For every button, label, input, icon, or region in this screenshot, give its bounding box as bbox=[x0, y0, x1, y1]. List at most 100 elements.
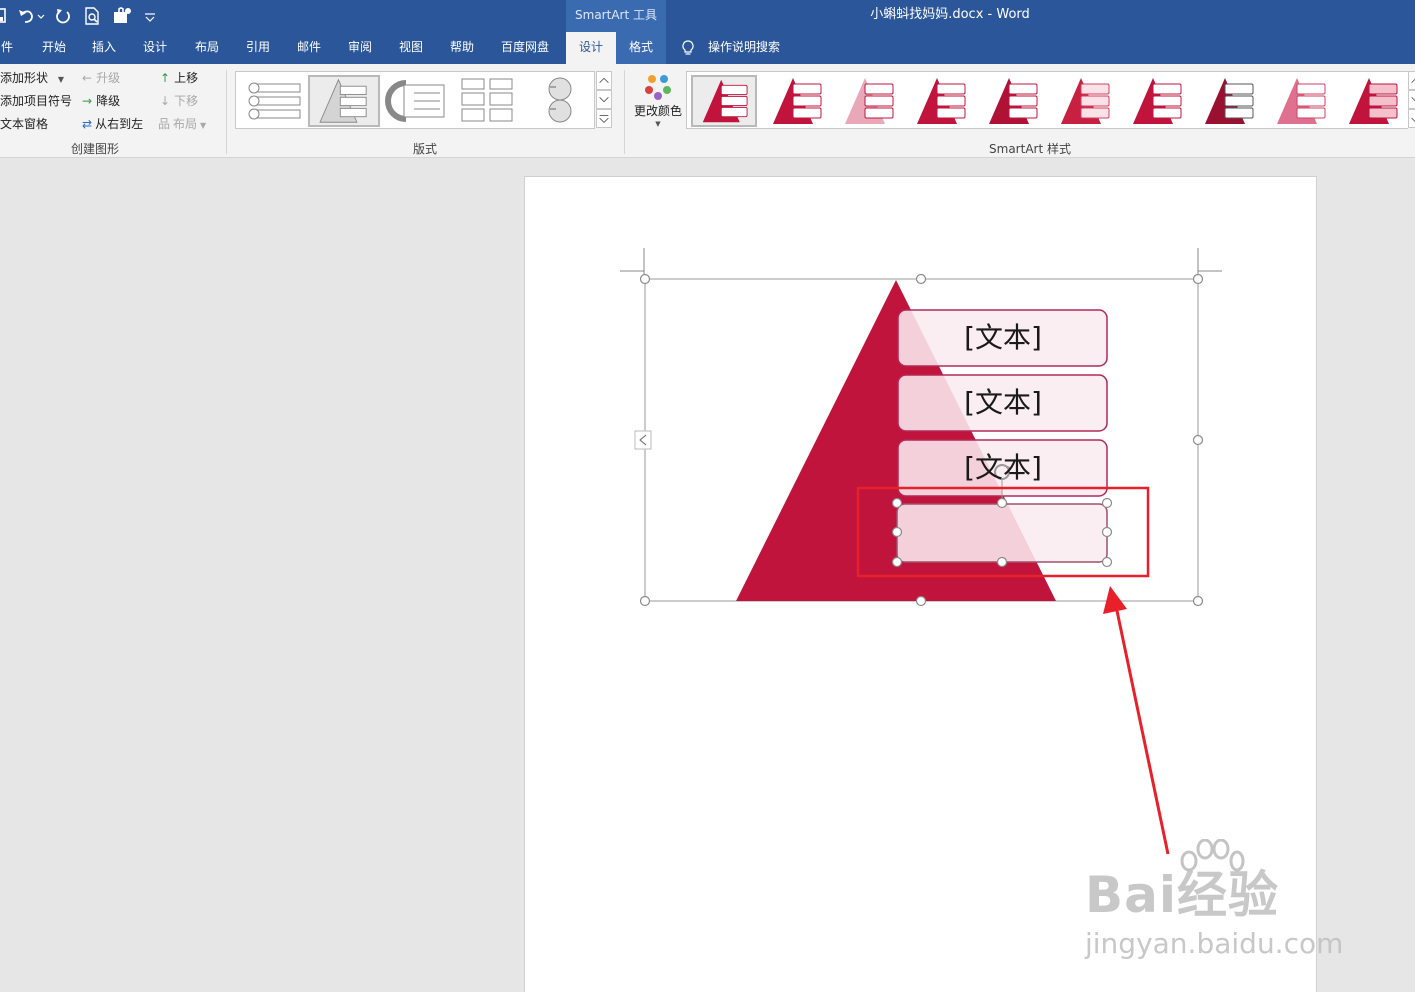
undo-icon[interactable] bbox=[16, 6, 46, 26]
shape-resize-handle[interactable] bbox=[891, 556, 903, 568]
change-colors-label: 更改颜色 bbox=[633, 104, 682, 118]
change-colors-button[interactable]: 更改颜色 ▼ bbox=[630, 70, 686, 136]
move-up-label: 上移 bbox=[174, 71, 199, 85]
list-item-text[interactable]: [文本] bbox=[898, 375, 1108, 431]
org-chart-icon: 品 bbox=[158, 117, 171, 131]
promote-button[interactable]: ← 升级 bbox=[82, 69, 120, 87]
move-up-button[interactable]: ↑ 上移 bbox=[160, 69, 198, 87]
text-pane-toggle[interactable] bbox=[634, 430, 652, 450]
tell-me-label: 操作说明搜索 bbox=[708, 40, 781, 54]
annotation-arrow-shaft bbox=[1114, 605, 1170, 855]
resize-handle[interactable] bbox=[1192, 273, 1204, 285]
resize-handle[interactable] bbox=[915, 595, 927, 607]
redo-icon[interactable] bbox=[54, 6, 72, 26]
layout-button[interactable]: 品布局 ▼ bbox=[158, 115, 206, 133]
shape-resize-handle[interactable] bbox=[996, 556, 1008, 568]
smartart-style-thumb-9[interactable] bbox=[1267, 75, 1333, 127]
print-preview-icon[interactable] bbox=[83, 6, 101, 26]
scroll-down-icon[interactable] bbox=[596, 90, 612, 109]
resize-handle[interactable] bbox=[639, 273, 651, 285]
smartart-style-thumb-4[interactable] bbox=[907, 75, 973, 127]
right-to-left-button[interactable]: ⇄ 从右到左 bbox=[82, 115, 143, 133]
style-thumb-box bbox=[720, 95, 748, 107]
layouts-scroll bbox=[596, 71, 612, 129]
touch-mode-icon[interactable] bbox=[112, 6, 132, 26]
shape-resize-handle[interactable] bbox=[1101, 556, 1113, 568]
style-thumb-box bbox=[720, 84, 748, 95]
layout-thumb-circle-list[interactable] bbox=[526, 75, 592, 127]
shape-resize-handle[interactable] bbox=[996, 497, 1008, 509]
smartart-style-thumb-7[interactable] bbox=[1123, 75, 1189, 127]
style-thumb-box bbox=[1008, 107, 1038, 119]
tab-help[interactable]: 帮助 bbox=[444, 32, 480, 64]
chevron-down-icon: ▼ bbox=[200, 121, 207, 130]
shape-resize-handle[interactable] bbox=[891, 497, 903, 509]
ribbon-tab-bar: 件 开始 插入 设计 布局 引用 邮件 审阅 视图 帮助 百度网盘 设计 格式 … bbox=[0, 32, 1415, 64]
resize-handle[interactable] bbox=[1192, 595, 1204, 607]
tab-layout[interactable]: 布局 bbox=[189, 32, 225, 64]
layout-thumb-list[interactable] bbox=[240, 75, 306, 127]
tab-baidu-netdisk[interactable]: 百度网盘 bbox=[494, 32, 556, 64]
text-pane-button[interactable]: 文本窗格 bbox=[0, 115, 48, 133]
style-thumb-box bbox=[1224, 95, 1254, 107]
tab-smartart-design[interactable]: 设计 bbox=[566, 32, 616, 64]
layouts-gallery bbox=[235, 71, 595, 129]
annotation-arrow-head bbox=[1103, 586, 1127, 614]
shape-resize-handle[interactable] bbox=[1101, 526, 1113, 538]
tab-references[interactable]: 引用 bbox=[240, 32, 276, 64]
gallery-more-icon[interactable] bbox=[1408, 109, 1415, 128]
watermark-brand: Bai经验 bbox=[1085, 866, 1279, 924]
resize-handle[interactable] bbox=[1192, 434, 1204, 446]
style-thumb-box bbox=[864, 95, 894, 107]
smartart-style-thumb-3[interactable] bbox=[835, 75, 901, 127]
rtl-label: 从右到左 bbox=[95, 117, 144, 131]
style-thumb-box bbox=[864, 83, 894, 95]
arrow-up-icon: ↑ bbox=[160, 71, 171, 85]
resize-handle[interactable] bbox=[639, 595, 651, 607]
smartart-style-thumb-10[interactable] bbox=[1339, 75, 1405, 127]
layout-thumb-target-list[interactable] bbox=[384, 75, 450, 127]
scroll-up-icon[interactable] bbox=[1408, 71, 1415, 90]
style-thumb-box bbox=[792, 107, 822, 119]
gallery-more-icon[interactable] bbox=[596, 109, 612, 128]
smartart-tools-label: SmartArt 工具 bbox=[566, 0, 666, 32]
add-shape-button[interactable]: 添加形状 ▼ bbox=[0, 69, 64, 87]
tab-file[interactable]: 件 bbox=[0, 32, 14, 64]
tab-review[interactable]: 审阅 bbox=[342, 32, 378, 64]
tab-design-doc[interactable]: 设计 bbox=[137, 32, 173, 64]
list-item-text[interactable]: [文本] bbox=[898, 310, 1108, 366]
shape-resize-handle[interactable] bbox=[891, 526, 903, 538]
style-thumb-box bbox=[1368, 83, 1398, 95]
smartart-style-thumb-6[interactable] bbox=[1051, 75, 1117, 127]
tab-view[interactable]: 视图 bbox=[393, 32, 429, 64]
scroll-down-icon[interactable] bbox=[1408, 90, 1415, 109]
add-bullet-button[interactable]: 添加项目符号 bbox=[0, 92, 72, 110]
customize-qat-icon[interactable] bbox=[143, 6, 157, 26]
tab-smartart-format[interactable]: 格式 bbox=[616, 32, 666, 64]
smartart-styles-gallery bbox=[686, 71, 1408, 129]
move-down-button[interactable]: ↓ 下移 bbox=[160, 92, 198, 110]
style-thumb-box bbox=[1368, 95, 1398, 107]
smartart-style-thumb-5[interactable] bbox=[979, 75, 1045, 127]
scroll-up-icon[interactable] bbox=[596, 71, 612, 90]
style-thumb-box bbox=[720, 107, 748, 118]
style-thumb-box bbox=[936, 107, 966, 119]
layout-thumb-pyramid-list[interactable] bbox=[308, 75, 380, 127]
tab-insert[interactable]: 插入 bbox=[86, 32, 122, 64]
style-thumb-box bbox=[936, 95, 966, 107]
smartart-style-thumb-8[interactable] bbox=[1195, 75, 1261, 127]
list-item-text[interactable]: [文本] bbox=[898, 440, 1108, 496]
list-item-selected[interactable] bbox=[896, 503, 1108, 563]
layouts-group-label: 版式 bbox=[412, 142, 437, 156]
shape-resize-handle[interactable] bbox=[1101, 497, 1113, 509]
tab-home[interactable]: 开始 bbox=[36, 32, 72, 64]
layout-thumb-table-list[interactable] bbox=[454, 75, 520, 127]
group-separator bbox=[624, 70, 625, 154]
smartart-style-thumb-2[interactable] bbox=[763, 75, 829, 127]
resize-handle[interactable] bbox=[915, 273, 927, 285]
demote-button[interactable]: → 降级 bbox=[82, 92, 120, 110]
move-down-label: 下移 bbox=[174, 94, 199, 108]
tab-mailings[interactable]: 邮件 bbox=[291, 32, 327, 64]
smartart-style-thumb-1[interactable] bbox=[691, 75, 757, 127]
style-thumb-box bbox=[1080, 83, 1110, 95]
